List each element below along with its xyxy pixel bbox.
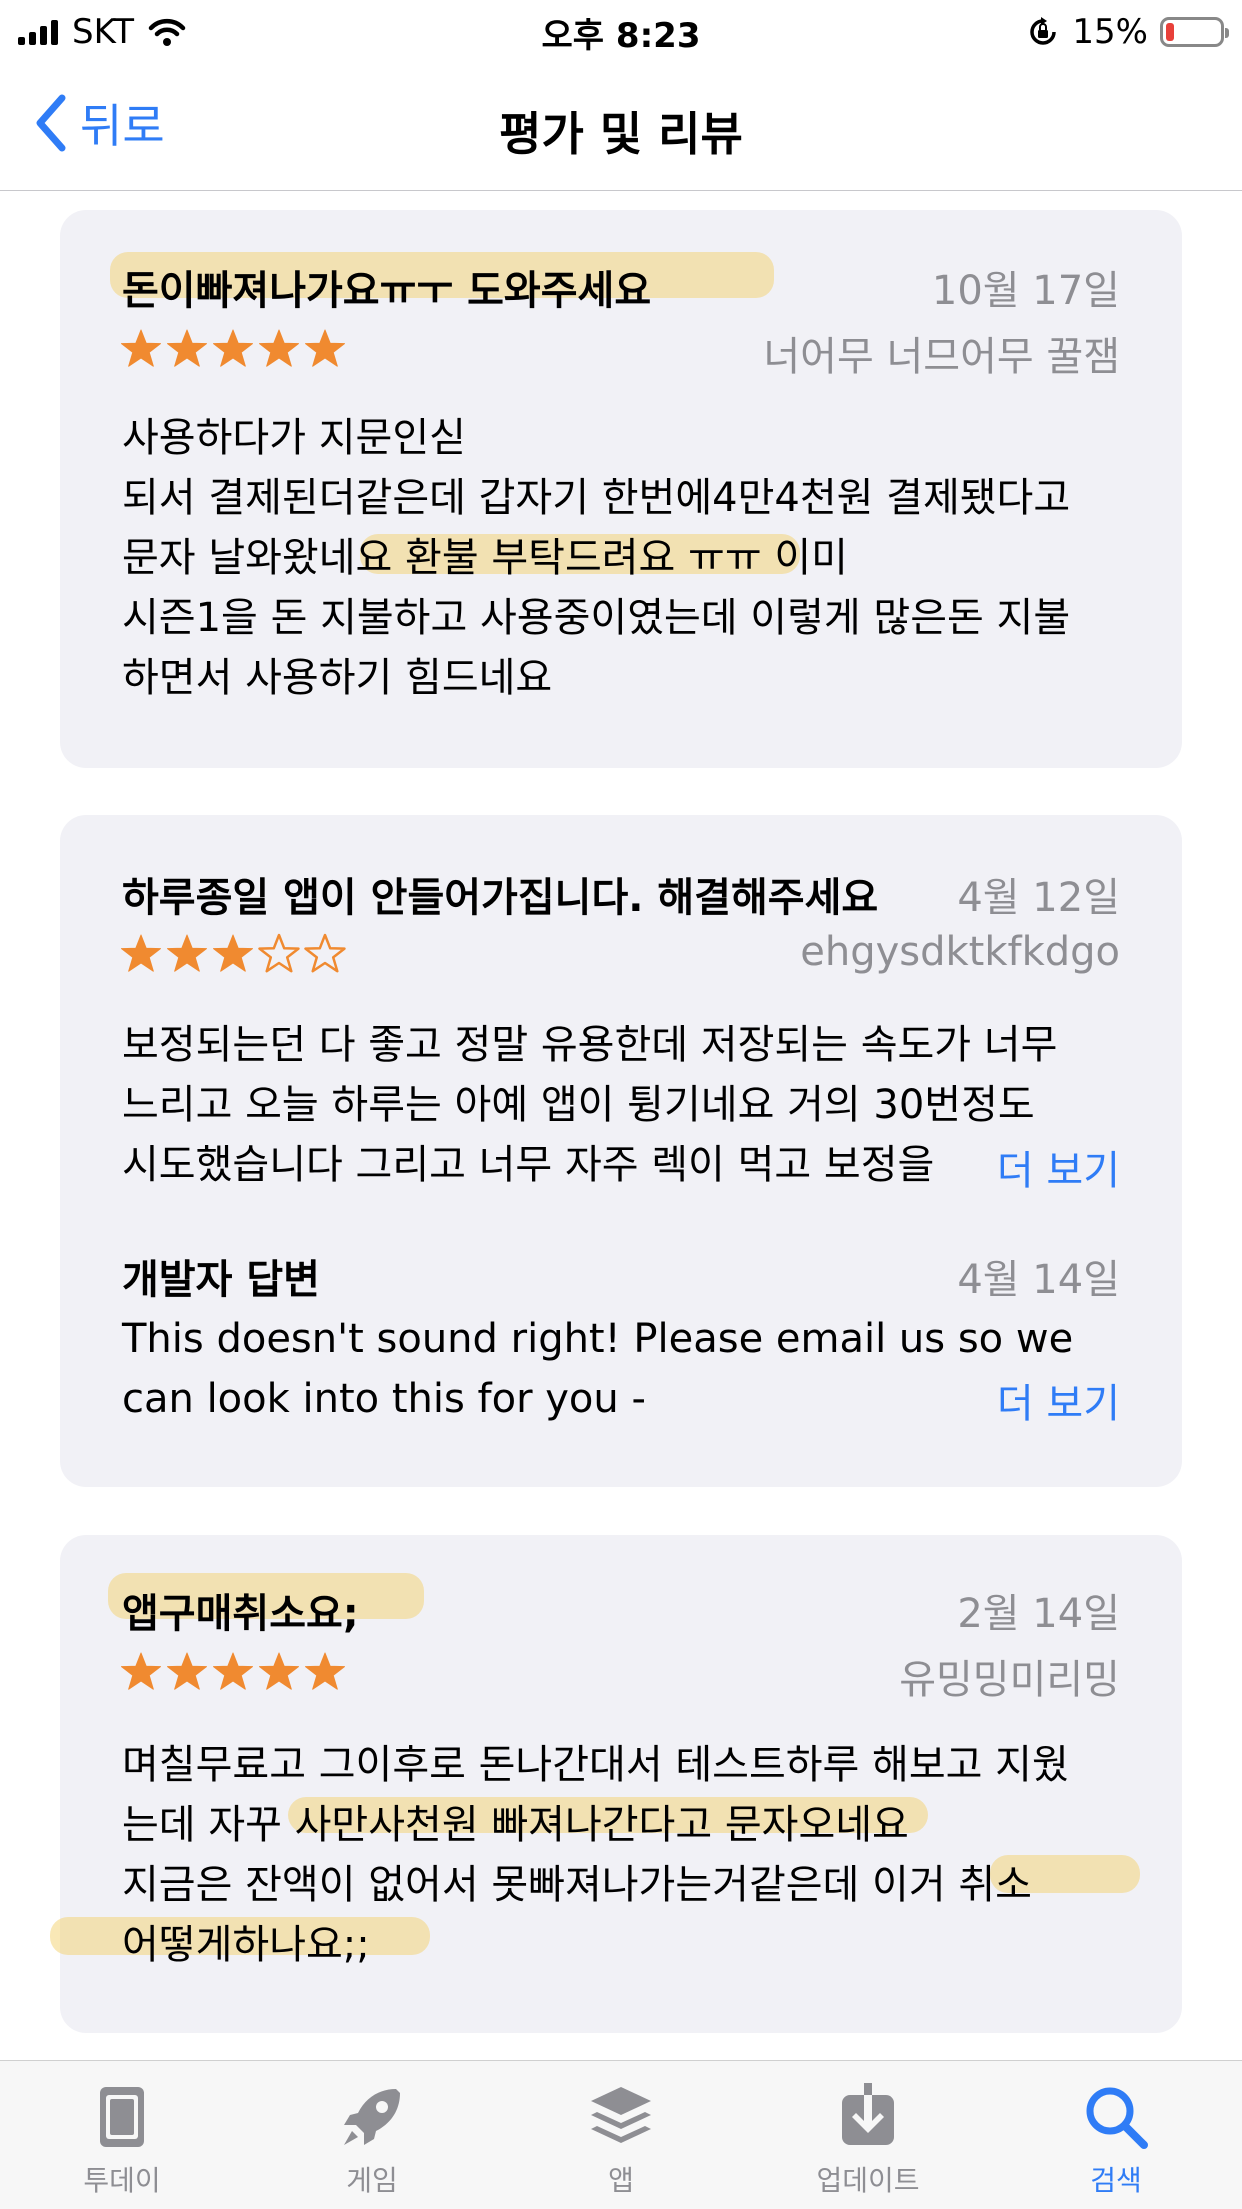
rocket-icon [344,2089,400,2145]
search-icon [1086,2087,1148,2149]
review-date: 2월 14일 [957,1591,1120,1637]
review-title: 앱구매취소요; [122,1591,359,1637]
review-title: 돈이빠져나가요ㅠㅜ 도와주세요 [122,268,652,314]
battery-level [1166,23,1174,41]
review-body: 며칠무료고 그이후로 돈나간대서 테스트하루 해보고 지웠 는데 자꾸 사만사천… [122,1742,1069,1968]
more-button[interactable]: 더 보기 [997,1371,1120,1429]
star-rating [120,328,346,370]
developer-response-heading: 개발자 답변 [122,1257,320,1303]
today-icon [100,2087,144,2147]
star-rating [120,933,346,975]
review-card[interactable]: 돈이빠져나가요ㅠㅜ 도와주세요 10월 17일 너어무 너므어무 꿀잼 사용하다… [60,210,1182,768]
tab-search[interactable]: 검색 [1036,2081,1196,2199]
star-filled-icon [305,1652,345,1690]
review-author: ehgysdktkfkdgo [800,929,1120,975]
review-title: 하루종일 앱이 안들어가집니다. 해결해주세요 [122,875,879,921]
page-title: 평가 및 리뷰 [499,107,743,161]
tab-label: 앱 [608,2164,634,2197]
star-empty-icon [304,933,346,973]
review-author: 너어무 너므어무 꿀잼 [763,334,1120,380]
star-filled-icon [121,1652,161,1690]
tab-bar: 투데이 게임 앱 업데이트 검색 [0,2060,1242,2209]
tab-updates[interactable]: 업데이트 [788,2081,948,2199]
star-filled-icon [213,934,253,972]
star-filled-icon [167,1652,207,1690]
download-icon [842,2083,894,2145]
tab-label: 투데이 [83,2164,161,2197]
tab-label: 검색 [1090,2164,1142,2197]
navigation-bar: 뒤로 평가 및 리뷰 [0,64,1242,191]
orientation-lock-icon [1030,17,1057,45]
battery-icon [1160,17,1229,47]
star-filled-icon [167,934,207,972]
review-author: 유밍밍미리밍 [899,1657,1120,1703]
star-filled-icon [167,329,207,367]
star-filled-icon [121,329,161,367]
tab-apps[interactable]: 앱 [541,2081,701,2199]
tab-games[interactable]: 게임 [292,2081,452,2199]
tab-label: 게임 [346,2164,398,2197]
tab-today[interactable]: 투데이 [42,2081,202,2199]
star-empty-icon [258,933,300,973]
review-date: 4월 12일 [957,875,1120,921]
layers-icon [591,2087,651,2143]
star-filled-icon [259,1652,299,1690]
more-button[interactable]: 더 보기 [997,1138,1120,1196]
star-filled-icon [213,1652,253,1690]
star-filled-icon [305,329,345,367]
star-filled-icon [121,934,161,972]
battery-percent: 15% [1072,12,1148,52]
status-bar: SKT 오후 8:23 15% [0,0,1242,64]
tab-label: 업데이트 [816,2164,920,2197]
developer-response-body: This doesn't sound right! Please email u… [122,1316,1074,1422]
developer-response-date: 4월 14일 [957,1257,1120,1303]
star-rating [120,1651,346,1693]
status-right: 15% [1026,10,1229,54]
star-filled-icon [259,329,299,367]
review-body: 사용하다가 지문인싣 되서 결제된더같은데 갑자기 한번에4만4천원 결제됐다고… [122,415,1071,701]
review-card[interactable]: 앱구매취소요; 2월 14일 유밍밍미리밍 며칠무료고 그이후로 돈나간대서 테… [50,1535,1182,2033]
star-filled-icon [213,329,253,367]
review-date: 10월 17일 [931,268,1120,314]
review-card[interactable]: 하루종일 앱이 안들어가집니다. 해결해주세요 4월 12일 ehgysdktk… [60,815,1182,1487]
